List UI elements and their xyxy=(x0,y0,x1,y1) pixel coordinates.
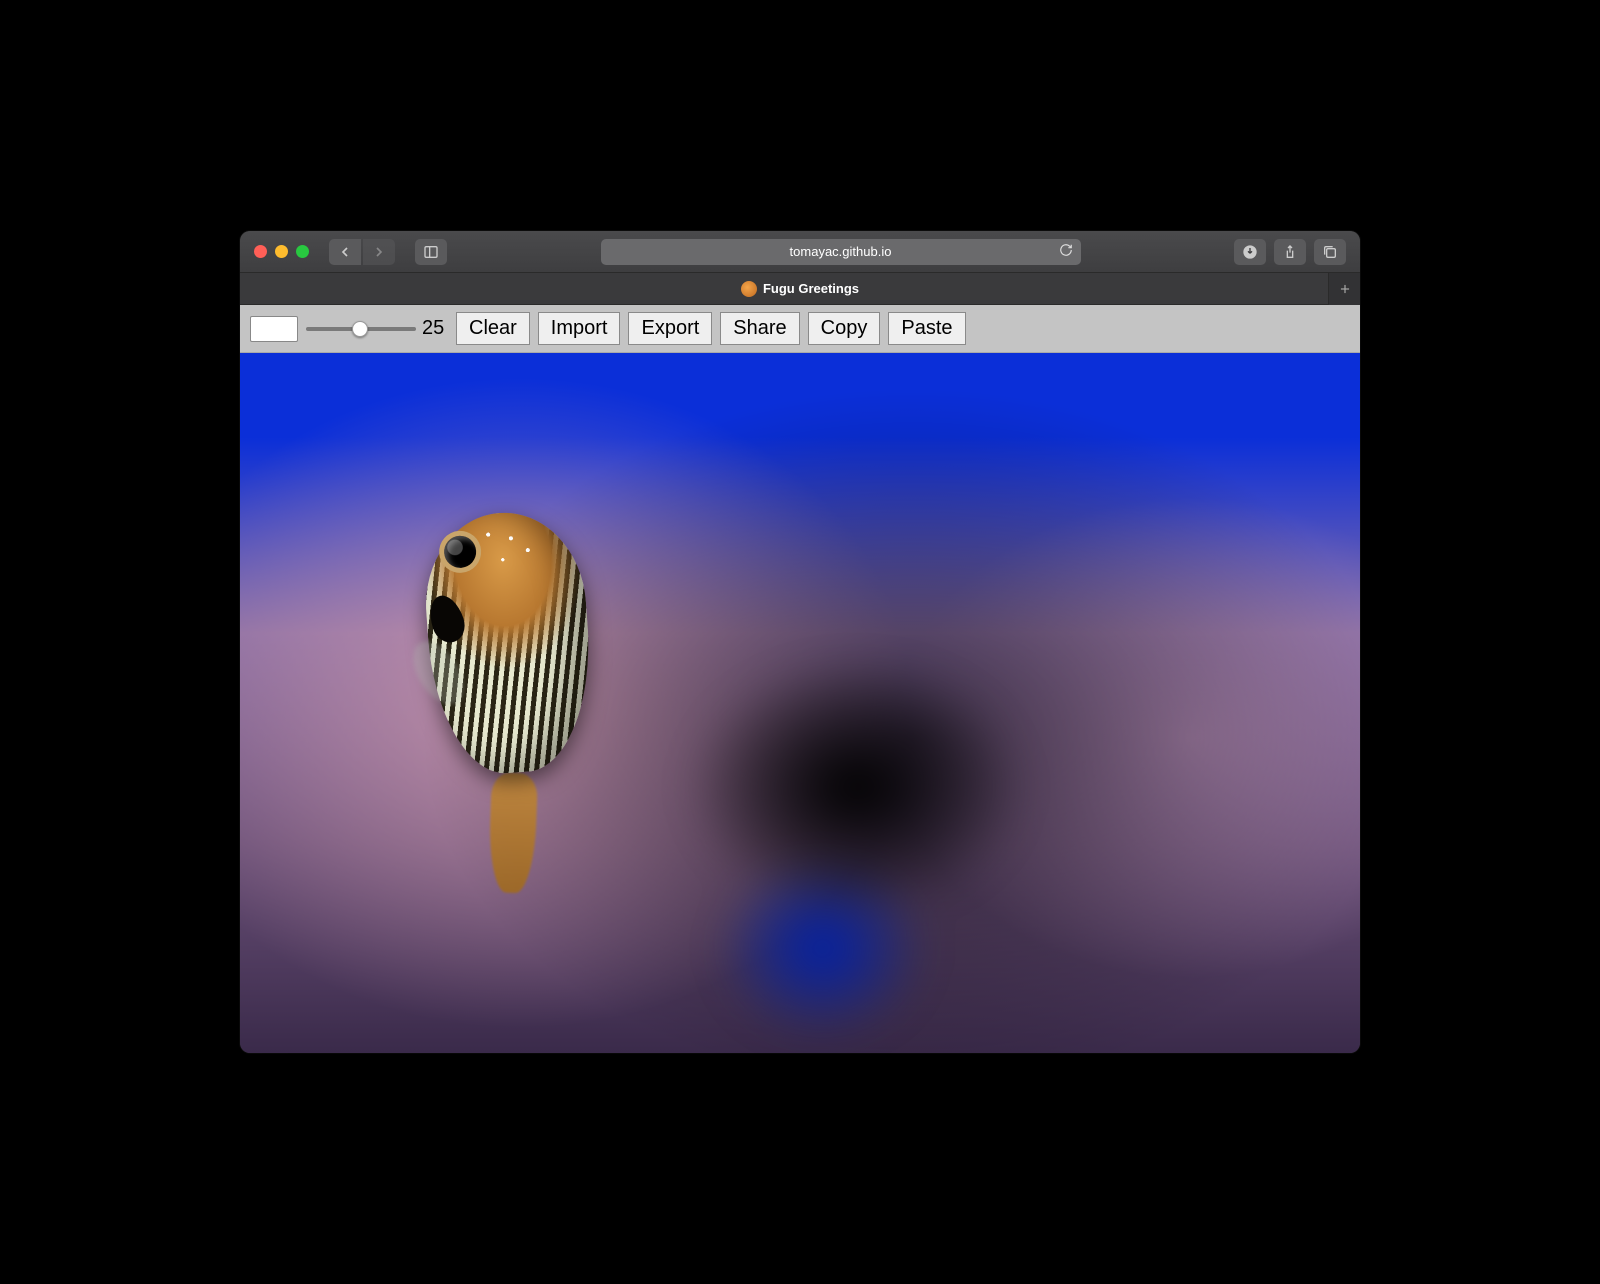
reload-icon[interactable] xyxy=(1059,243,1073,260)
new-tab-button[interactable] xyxy=(1328,273,1360,305)
toolbar-right xyxy=(1234,239,1346,265)
minimize-window-button[interactable] xyxy=(275,245,288,258)
drawing-canvas[interactable] xyxy=(240,353,1360,1053)
browser-window: tomayac.github.io Fugu Greetings xyxy=(240,231,1360,1053)
copy-button[interactable]: Copy xyxy=(808,312,881,345)
titlebar: tomayac.github.io xyxy=(240,231,1360,273)
import-button[interactable]: Import xyxy=(538,312,621,345)
forward-button[interactable] xyxy=(363,239,395,265)
tab-title: Fugu Greetings xyxy=(763,281,859,296)
share-button[interactable] xyxy=(1274,239,1306,265)
address-bar[interactable]: tomayac.github.io xyxy=(601,239,1081,265)
brush-size-value: 25 xyxy=(422,317,448,340)
address-bar-wrap: tomayac.github.io xyxy=(491,239,1190,265)
export-button[interactable]: Export xyxy=(628,312,712,345)
close-window-button[interactable] xyxy=(254,245,267,258)
app-toolbar: 25 Clear Import Export Share Copy Paste xyxy=(240,305,1360,353)
clear-button[interactable]: Clear xyxy=(456,312,530,345)
sidebar-toggle-button[interactable] xyxy=(415,239,447,265)
brush-size-slider[interactable] xyxy=(306,327,416,331)
address-url: tomayac.github.io xyxy=(790,244,892,259)
traffic-lights xyxy=(254,245,309,258)
tabs-overview-button[interactable] xyxy=(1314,239,1346,265)
share-app-button[interactable]: Share xyxy=(720,312,799,345)
tab-bar: Fugu Greetings xyxy=(240,273,1360,305)
back-button[interactable] xyxy=(329,239,361,265)
brush-size-control: 25 xyxy=(306,317,448,340)
paste-button[interactable]: Paste xyxy=(888,312,965,345)
downloads-button[interactable] xyxy=(1234,239,1266,265)
nav-buttons xyxy=(329,239,395,265)
maximize-window-button[interactable] xyxy=(296,245,309,258)
fugu-fish-image xyxy=(377,465,633,860)
fugu-favicon-icon xyxy=(741,281,757,297)
color-picker[interactable] xyxy=(250,316,298,342)
